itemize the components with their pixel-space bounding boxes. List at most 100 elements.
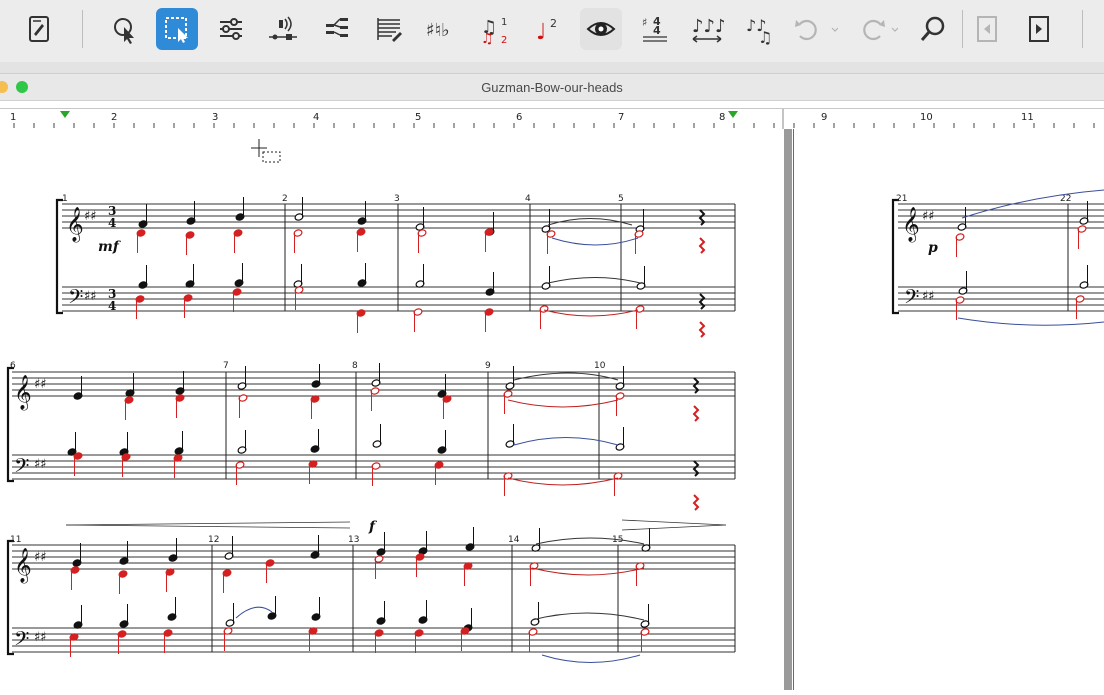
note[interactable]: [165, 568, 175, 592]
note[interactable]: [117, 630, 127, 654]
note[interactable]: [372, 424, 382, 448]
slurs[interactable]: [235, 189, 1104, 663]
note[interactable]: [613, 472, 623, 496]
note[interactable]: [503, 472, 513, 496]
note[interactable]: [374, 629, 384, 653]
hairpin[interactable]: [65, 519, 727, 531]
note[interactable]: [310, 429, 320, 453]
note[interactable]: [237, 430, 247, 454]
note[interactable]: [265, 559, 275, 583]
note[interactable]: [529, 562, 539, 586]
note[interactable]: [186, 201, 196, 225]
note[interactable]: [615, 392, 625, 416]
note[interactable]: [356, 309, 366, 333]
note[interactable]: [955, 296, 965, 320]
accidentals-button[interactable]: ♯♮♭: [420, 8, 462, 50]
note[interactable]: [238, 394, 248, 418]
note[interactable]: [541, 209, 551, 233]
note[interactable]: [135, 295, 145, 319]
note[interactable]: [485, 272, 495, 296]
dynamic-marking[interactable]: mf: [98, 239, 122, 255]
note[interactable]: [531, 528, 541, 552]
rest-icon[interactable]: [692, 405, 700, 422]
note[interactable]: [1079, 265, 1089, 289]
key-time-signature-button[interactable]: ♯ 4 4: [634, 8, 676, 50]
note[interactable]: [175, 371, 185, 395]
note-voice-button[interactable]: ♩ 2: [526, 8, 568, 50]
note[interactable]: [311, 364, 321, 388]
redo-button[interactable]: [850, 8, 900, 50]
rest-icon[interactable]: [692, 377, 700, 394]
note[interactable]: [235, 197, 245, 221]
note[interactable]: [505, 424, 515, 448]
note[interactable]: [124, 396, 134, 420]
note[interactable]: [163, 629, 173, 653]
rest-icon[interactable]: [692, 460, 700, 477]
note[interactable]: [640, 604, 650, 628]
note[interactable]: [234, 263, 244, 287]
note[interactable]: [73, 376, 83, 400]
note[interactable]: [138, 265, 148, 289]
note[interactable]: [232, 288, 242, 312]
find-button[interactable]: [912, 8, 954, 50]
note[interactable]: [310, 535, 320, 559]
note[interactable]: [437, 430, 447, 454]
note[interactable]: [370, 387, 380, 411]
tuplet-button[interactable]: ♪♪ ♫: [740, 8, 782, 50]
note[interactable]: [465, 527, 475, 551]
beam-spacing-button[interactable]: ♪♪♪: [686, 8, 728, 50]
note[interactable]: [635, 305, 645, 329]
note[interactable]: [376, 532, 386, 556]
next-page-button[interactable]: [1018, 8, 1060, 50]
note[interactable]: [371, 363, 381, 387]
note[interactable]: [415, 553, 425, 577]
note[interactable]: [167, 597, 177, 621]
rest-icon[interactable]: [698, 237, 706, 254]
note[interactable]: [119, 604, 129, 628]
mixer-button[interactable]: [210, 8, 252, 50]
audio-playback-button[interactable]: [262, 8, 304, 50]
note[interactable]: [225, 603, 235, 627]
note[interactable]: [1075, 295, 1085, 319]
note[interactable]: [635, 562, 645, 586]
selection-tool-button[interactable]: [104, 8, 146, 50]
note[interactable]: [530, 602, 540, 626]
voice-2-button[interactable]: ♫ 1 ♫ 2: [474, 8, 516, 50]
note[interactable]: [224, 536, 234, 560]
rest-icon[interactable]: [698, 209, 706, 226]
note[interactable]: [67, 432, 77, 456]
note[interactable]: [168, 538, 178, 562]
note[interactable]: [376, 601, 386, 625]
note[interactable]: [233, 229, 243, 253]
note[interactable]: [641, 528, 651, 552]
rest-icon[interactable]: [698, 321, 706, 338]
note[interactable]: [174, 431, 184, 455]
marquee-tool-button[interactable]: [156, 8, 198, 50]
dynamic-marking[interactable]: p: [928, 240, 938, 256]
note[interactable]: [175, 394, 185, 418]
note[interactable]: [223, 627, 233, 651]
note[interactable]: [73, 605, 83, 629]
note[interactable]: [634, 230, 644, 254]
note[interactable]: [615, 427, 625, 451]
note[interactable]: [463, 562, 473, 586]
note[interactable]: [119, 432, 129, 456]
note[interactable]: [955, 233, 965, 257]
note[interactable]: [118, 570, 128, 594]
note[interactable]: [185, 231, 195, 255]
note[interactable]: [136, 229, 146, 253]
note[interactable]: [308, 627, 318, 651]
note[interactable]: [371, 462, 381, 486]
note[interactable]: [484, 228, 494, 252]
note[interactable]: [1077, 225, 1087, 249]
score-manager-button[interactable]: [18, 8, 60, 50]
note[interactable]: [293, 264, 303, 288]
note[interactable]: [308, 460, 318, 484]
note[interactable]: [293, 229, 303, 253]
note[interactable]: [357, 201, 367, 225]
note[interactable]: [418, 531, 428, 555]
rest-icon[interactable]: [698, 293, 706, 310]
note[interactable]: [69, 633, 79, 657]
note[interactable]: [222, 569, 232, 593]
dynamic-marking[interactable]: f: [368, 519, 378, 535]
